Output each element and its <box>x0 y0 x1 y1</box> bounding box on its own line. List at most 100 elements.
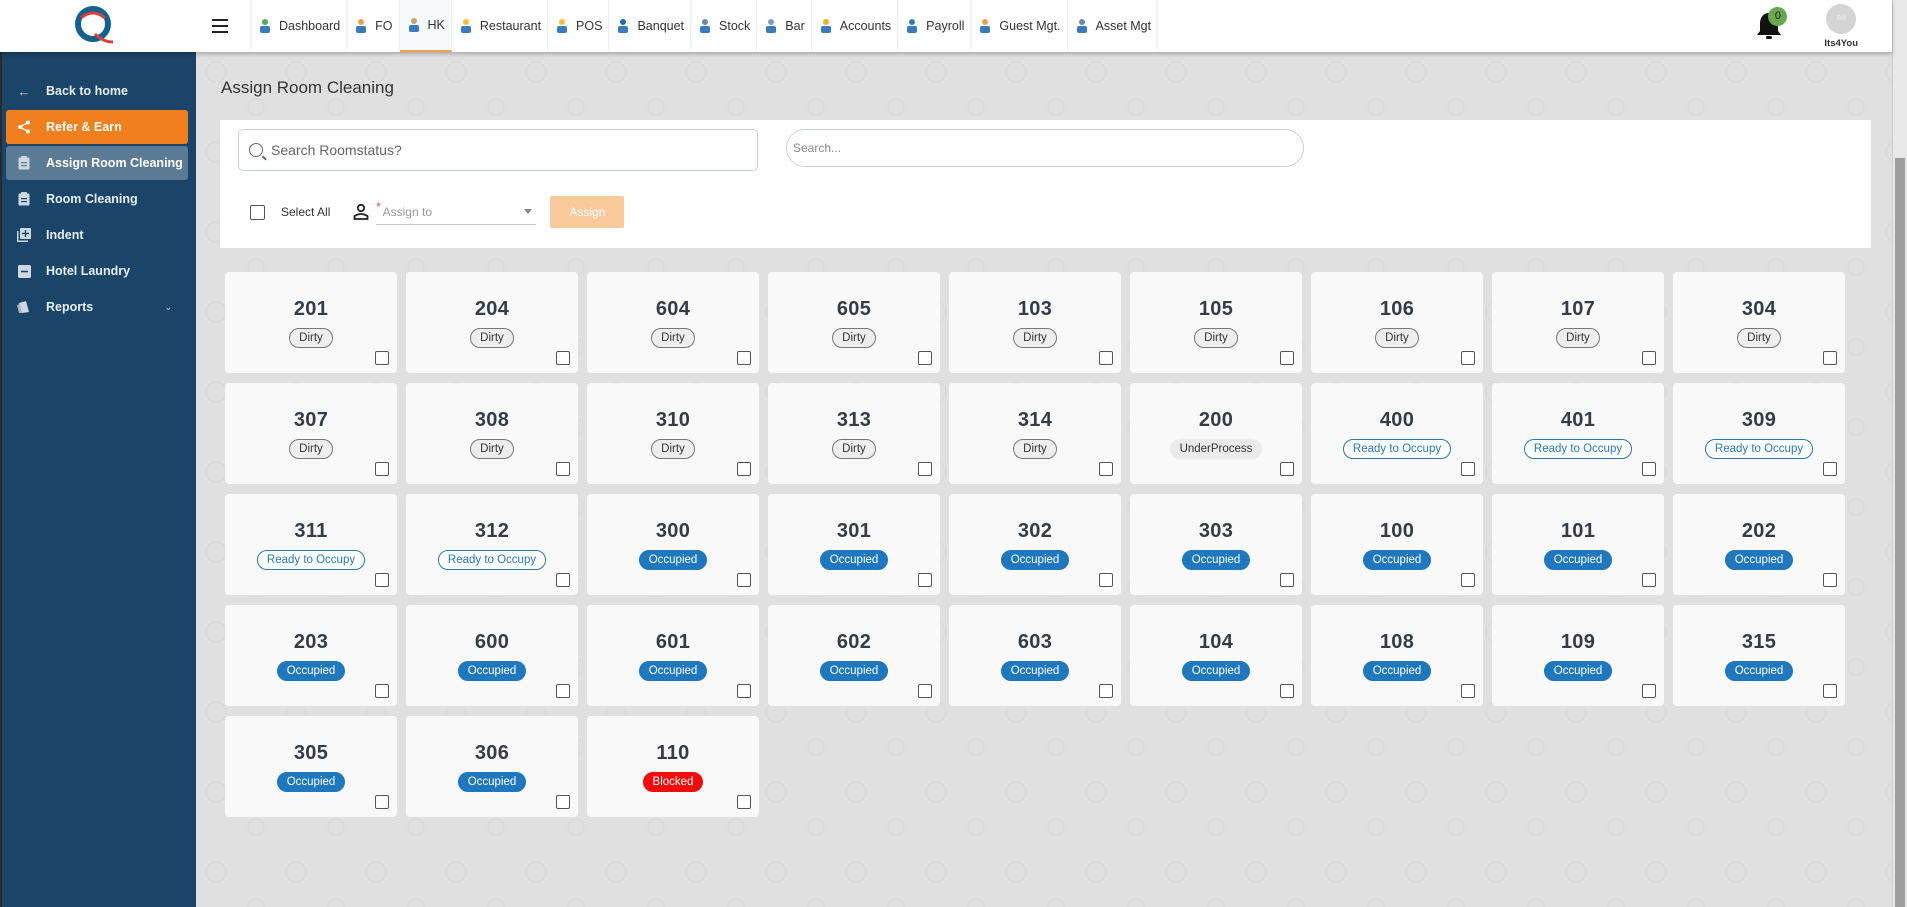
nav-stock[interactable]: Stock <box>691 0 758 52</box>
room-card[interactable]: 312 Ready to Occupy <box>406 494 578 595</box>
room-select-checkbox[interactable] <box>1823 351 1837 365</box>
room-select-checkbox[interactable] <box>1642 462 1656 476</box>
room-select-checkbox[interactable] <box>737 684 751 698</box>
room-select-checkbox[interactable] <box>1642 351 1656 365</box>
room-select-checkbox[interactable] <box>1461 573 1475 587</box>
room-select-checkbox[interactable] <box>375 351 389 365</box>
room-select-checkbox[interactable] <box>1099 351 1113 365</box>
sidebar-item-hotel-laundry[interactable]: Hotel Laundry <box>6 254 188 288</box>
room-select-checkbox[interactable] <box>1280 684 1294 698</box>
room-card[interactable]: 601 Occupied <box>587 605 759 706</box>
room-card[interactable]: 602 Occupied <box>768 605 940 706</box>
room-select-checkbox[interactable] <box>1461 351 1475 365</box>
nav-payroll[interactable]: Payroll <box>898 0 972 52</box>
room-card[interactable]: 308 Dirty <box>406 383 578 484</box>
assign-button[interactable]: Assign <box>550 196 625 228</box>
room-card[interactable]: 309 Ready to Occupy <box>1673 383 1845 484</box>
room-card[interactable]: 204 Dirty <box>406 272 578 373</box>
room-card[interactable]: 605 Dirty <box>768 272 940 373</box>
room-select-checkbox[interactable] <box>918 462 932 476</box>
room-card[interactable]: 303 Occupied <box>1130 494 1302 595</box>
room-card[interactable]: 101 Occupied <box>1492 494 1664 595</box>
sidebar-item-assign-room-cleaning[interactable]: Assign Room Cleaning <box>6 146 188 180</box>
search-field[interactable] <box>786 129 1304 167</box>
room-card[interactable]: 104 Occupied <box>1130 605 1302 706</box>
room-card[interactable]: 200 UnderProcess <box>1130 383 1302 484</box>
room-card[interactable]: 603 Occupied <box>949 605 1121 706</box>
sidebar-item-refer-and-earn[interactable]: Refer & Earn <box>6 110 188 144</box>
room-select-checkbox[interactable] <box>737 573 751 587</box>
sidebar-item-indent[interactable]: Indent <box>6 218 188 252</box>
room-select-checkbox[interactable] <box>1823 573 1837 587</box>
user-menu[interactable]: Bill Its4You <box>1824 3 1858 49</box>
nav-asset-mgt[interactable]: Asset Mgt <box>1068 0 1159 52</box>
sidebar-item-reports[interactable]: Reports ⌄ <box>6 290 188 324</box>
room-card[interactable]: 600 Occupied <box>406 605 578 706</box>
nav-dashboard[interactable]: Dashboard <box>250 0 348 52</box>
room-card[interactable]: 307 Dirty <box>225 383 397 484</box>
room-card[interactable]: 106 Dirty <box>1311 272 1483 373</box>
nav-guest-mgt[interactable]: Guest Mgt. <box>971 0 1068 52</box>
room-card[interactable]: 305 Occupied <box>225 716 397 817</box>
room-select-checkbox[interactable] <box>1823 684 1837 698</box>
nav-banquet[interactable]: Banquet <box>609 0 692 52</box>
room-select-checkbox[interactable] <box>918 684 932 698</box>
room-card[interactable]: 311 Ready to Occupy <box>225 494 397 595</box>
room-card[interactable]: 304 Dirty <box>1673 272 1845 373</box>
nav-hk[interactable]: HK <box>399 0 452 52</box>
room-card[interactable]: 306 Occupied <box>406 716 578 817</box>
room-select-checkbox[interactable] <box>556 351 570 365</box>
nav-pos[interactable]: POS <box>548 0 610 52</box>
room-card[interactable]: 110 Blocked <box>587 716 759 817</box>
room-card[interactable]: 108 Occupied <box>1311 605 1483 706</box>
room-select-checkbox[interactable] <box>1099 462 1113 476</box>
room-card[interactable]: 302 Occupied <box>949 494 1121 595</box>
room-select-checkbox[interactable] <box>1099 684 1113 698</box>
sidebar-item-room-cleaning[interactable]: Room Cleaning <box>6 182 188 216</box>
room-card[interactable]: 105 Dirty <box>1130 272 1302 373</box>
room-select-checkbox[interactable] <box>1099 573 1113 587</box>
room-card[interactable]: 314 Dirty <box>949 383 1121 484</box>
room-card[interactable]: 109 Occupied <box>1492 605 1664 706</box>
room-card[interactable]: 100 Occupied <box>1311 494 1483 595</box>
nav-fo[interactable]: FO <box>347 0 400 52</box>
select-all-checkbox[interactable] <box>250 204 265 220</box>
app-logo[interactable] <box>0 0 190 52</box>
room-select-checkbox[interactable] <box>918 351 932 365</box>
room-select-checkbox[interactable] <box>1280 462 1294 476</box>
menu-toggle-button[interactable] <box>190 0 250 52</box>
room-select-checkbox[interactable] <box>737 462 751 476</box>
room-select-checkbox[interactable] <box>737 795 751 809</box>
assign-to-select[interactable]: * Assign to <box>376 199 537 225</box>
room-select-checkbox[interactable] <box>375 795 389 809</box>
sidebar-item-back-to-home[interactable]: ← Back to home <box>6 74 188 108</box>
room-card[interactable]: 203 Occupied <box>225 605 397 706</box>
room-card[interactable]: 604 Dirty <box>587 272 759 373</box>
search-roomstatus-input[interactable] <box>271 142 741 158</box>
room-card[interactable]: 107 Dirty <box>1492 272 1664 373</box>
room-select-checkbox[interactable] <box>375 684 389 698</box>
vertical-scrollbar[interactable] <box>1892 0 1907 907</box>
search-input[interactable] <box>793 141 1273 155</box>
nav-accounts[interactable]: Accounts <box>812 0 899 52</box>
search-roomstatus-field[interactable] <box>238 129 758 171</box>
room-select-checkbox[interactable] <box>1280 351 1294 365</box>
room-select-checkbox[interactable] <box>1280 573 1294 587</box>
notifications-button[interactable]: 0 <box>1754 7 1788 43</box>
room-select-checkbox[interactable] <box>375 573 389 587</box>
room-select-checkbox[interactable] <box>1642 573 1656 587</box>
room-select-checkbox[interactable] <box>556 462 570 476</box>
room-card[interactable]: 401 Ready to Occupy <box>1492 383 1664 484</box>
room-select-checkbox[interactable] <box>1461 462 1475 476</box>
room-select-checkbox[interactable] <box>918 573 932 587</box>
room-select-checkbox[interactable] <box>556 684 570 698</box>
room-select-checkbox[interactable] <box>556 795 570 809</box>
room-card[interactable]: 301 Occupied <box>768 494 940 595</box>
room-card[interactable]: 315 Occupied <box>1673 605 1845 706</box>
scrollbar-thumb[interactable] <box>1895 158 1905 907</box>
room-card[interactable]: 300 Occupied <box>587 494 759 595</box>
nav-restaurant[interactable]: Restaurant <box>452 0 549 52</box>
room-card[interactable]: 310 Dirty <box>587 383 759 484</box>
room-select-checkbox[interactable] <box>556 573 570 587</box>
room-select-checkbox[interactable] <box>375 462 389 476</box>
